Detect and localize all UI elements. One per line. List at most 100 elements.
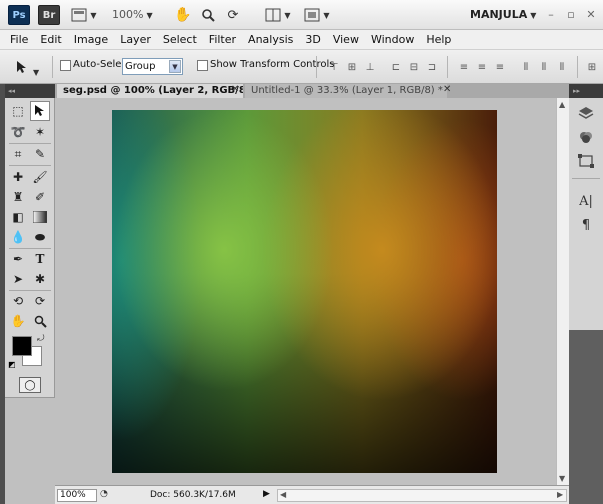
menu-view[interactable]: View	[327, 33, 365, 46]
scroll-left-icon[interactable]: ◀	[280, 490, 286, 499]
close-tab-icon[interactable]: ✕	[443, 84, 451, 95]
horizontal-scrollbar[interactable]: ◀ ▶	[277, 489, 567, 502]
workspace-switcher[interactable]: MANJULA ▼	[470, 8, 536, 21]
view-extras-button[interactable]: ▼	[70, 5, 98, 25]
crop-tool-icon[interactable]: ⌗	[8, 144, 28, 164]
status-zoom-field[interactable]: 100%	[57, 489, 97, 502]
brush-tool-icon[interactable]: 🖌	[30, 167, 50, 187]
clone-stamp-tool-icon[interactable]: ♜	[8, 187, 28, 207]
paragraph-panel-icon[interactable]: ¶	[574, 214, 598, 236]
photoshop-logo[interactable]: Ps	[8, 5, 30, 25]
3d-rotate-tool-icon[interactable]: ⟲	[8, 291, 28, 311]
3d-orbit-tool-icon[interactable]: ⟳	[30, 291, 50, 311]
auto-align-icon[interactable]: ⊞	[585, 60, 599, 74]
status-bar: 100% ◔ Doc: 560.3K/17.6M ▶ ◀ ▶	[55, 485, 569, 504]
align-right-icon[interactable]: ⊐	[425, 60, 439, 74]
screen-mode-icon[interactable]: ▼	[301, 5, 333, 25]
menu-image[interactable]: Image	[68, 33, 114, 46]
foreground-color-swatch[interactable]	[12, 336, 32, 356]
custom-shape-tool-icon[interactable]: ✱	[30, 269, 50, 289]
pen-tool-icon[interactable]: ✒	[8, 249, 28, 269]
tab-untitled-1[interactable]: Untitled-1 @ 33.3% (Layer 1, RGB/8) *	[245, 84, 447, 98]
magic-wand-tool-icon[interactable]: ✶	[30, 122, 50, 142]
marquee-tool-icon[interactable]: ⬚	[8, 101, 28, 121]
menu-window[interactable]: Window	[365, 33, 420, 46]
distribute-bottom-icon[interactable]: ≡	[493, 60, 507, 74]
arrange-documents-icon[interactable]: ▼	[262, 5, 294, 25]
history-brush-tool-icon[interactable]: ✐	[30, 187, 50, 207]
distribute-right-icon[interactable]: ⦀	[555, 60, 569, 74]
distribute-left-icon[interactable]: ⦀	[519, 60, 533, 74]
menu-3d[interactable]: 3D	[299, 33, 326, 46]
workspace-name: MANJULA	[470, 8, 528, 21]
menu-file[interactable]: File	[4, 33, 34, 46]
right-panel-collapse[interactable]: ▸▸	[569, 84, 603, 98]
tab-label: seg.psd @ 100% (Layer 2, RGB/8)	[63, 85, 243, 96]
vertical-scrollbar[interactable]: ▲ ▼	[556, 98, 569, 485]
hand-icon[interactable]: ✋	[174, 5, 192, 25]
scroll-down-icon[interactable]: ▼	[559, 474, 565, 483]
application-bar: Ps Br ▼ 100% ▼ ✋ ⟳ ▼ ▼ MANJULA ▼ – ▫ ✕	[0, 0, 603, 30]
document-tab-bar: seg.psd @ 100% (Layer 2, RGB/8) ✕ Untitl…	[55, 84, 569, 98]
swap-colors-icon[interactable]: ⤾	[37, 334, 45, 344]
close-tab-icon[interactable]: ✕	[231, 84, 239, 95]
menu-analysis[interactable]: Analysis	[242, 33, 299, 46]
zoom-icon[interactable]	[199, 5, 217, 25]
lasso-tool-icon[interactable]: ➰	[8, 122, 28, 142]
menu-help[interactable]: Help	[420, 33, 457, 46]
status-options-icon[interactable]: ◔	[100, 489, 112, 501]
tool-preset-picker[interactable]: ▼	[14, 59, 44, 77]
align-left-icon[interactable]: ⊏	[389, 60, 403, 74]
zoom-level-select[interactable]: 100% ▼	[112, 8, 156, 22]
options-divider	[447, 56, 448, 78]
distribute-top-icon[interactable]: ≡	[457, 60, 471, 74]
tools-panel-collapse[interactable]: ◂◂	[5, 84, 55, 98]
align-vcenter-icon[interactable]: ⊞	[345, 60, 359, 74]
default-colors-icon[interactable]: ◩	[8, 360, 16, 369]
align-top-icon[interactable]: ⊤	[327, 60, 341, 74]
show-transform-checkbox[interactable]	[197, 60, 208, 71]
gradient-tool-icon[interactable]	[30, 207, 50, 227]
maximize-button[interactable]: ▫	[564, 7, 578, 21]
distribute-vcenter-icon[interactable]: ≡	[475, 60, 489, 74]
auto-select-value: Group	[125, 61, 156, 72]
character-panel-icon[interactable]: A|	[574, 190, 598, 212]
tab-seg-psd[interactable]: seg.psd @ 100% (Layer 2, RGB/8)	[57, 84, 243, 98]
scroll-up-icon[interactable]: ▲	[559, 100, 565, 109]
menu-filter[interactable]: Filter	[203, 33, 242, 46]
menu-select[interactable]: Select	[157, 33, 203, 46]
auto-select-checkbox[interactable]	[60, 60, 71, 71]
type-tool-icon[interactable]: T	[30, 249, 50, 269]
status-menu-arrow-icon[interactable]: ▶	[263, 489, 270, 499]
close-button[interactable]: ✕	[584, 7, 598, 21]
photoshop-window: Ps Br ▼ 100% ▼ ✋ ⟳ ▼ ▼ MANJULA ▼ – ▫ ✕ Fil…	[0, 0, 603, 504]
align-hcenter-icon[interactable]: ⊟	[407, 60, 421, 74]
rotate-view-icon[interactable]: ⟳	[224, 5, 242, 25]
document-canvas-area[interactable]	[55, 98, 569, 485]
options-divider	[577, 56, 578, 78]
menu-layer[interactable]: Layer	[114, 33, 157, 46]
blur-tool-icon[interactable]: 💧	[8, 227, 28, 247]
zoom-tool-icon[interactable]	[30, 311, 50, 331]
image-canvas[interactable]	[112, 110, 497, 473]
minimize-button[interactable]: –	[544, 7, 558, 21]
move-tool-icon[interactable]	[30, 101, 50, 121]
hand-tool-icon[interactable]: ✋	[8, 311, 28, 331]
align-bottom-icon[interactable]: ⊥	[363, 60, 377, 74]
auto-select-dropdown[interactable]: Group ▼	[122, 58, 183, 75]
eyedropper-tool-icon[interactable]: ✎	[30, 144, 50, 164]
bridge-button[interactable]: Br	[38, 5, 60, 25]
healing-brush-tool-icon[interactable]: ✚	[8, 167, 28, 187]
eraser-tool-icon[interactable]: ◧	[8, 207, 28, 227]
menu-bar: File Edit Image Layer Select Filter Anal…	[0, 30, 603, 50]
collapsed-panels: A| ¶	[569, 98, 603, 330]
path-selection-tool-icon[interactable]: ➤	[8, 269, 28, 289]
distribute-hcenter-icon[interactable]: ⦀	[537, 60, 551, 74]
quick-mask-icon[interactable]: ◯	[19, 377, 41, 393]
dodge-tool-icon[interactable]: ⬬	[30, 227, 50, 247]
layers-panel-icon[interactable]	[574, 102, 598, 124]
menu-edit[interactable]: Edit	[34, 33, 67, 46]
channels-panel-icon[interactable]	[574, 126, 598, 148]
paths-panel-icon[interactable]	[574, 150, 598, 172]
scroll-right-icon[interactable]: ▶	[557, 490, 563, 499]
